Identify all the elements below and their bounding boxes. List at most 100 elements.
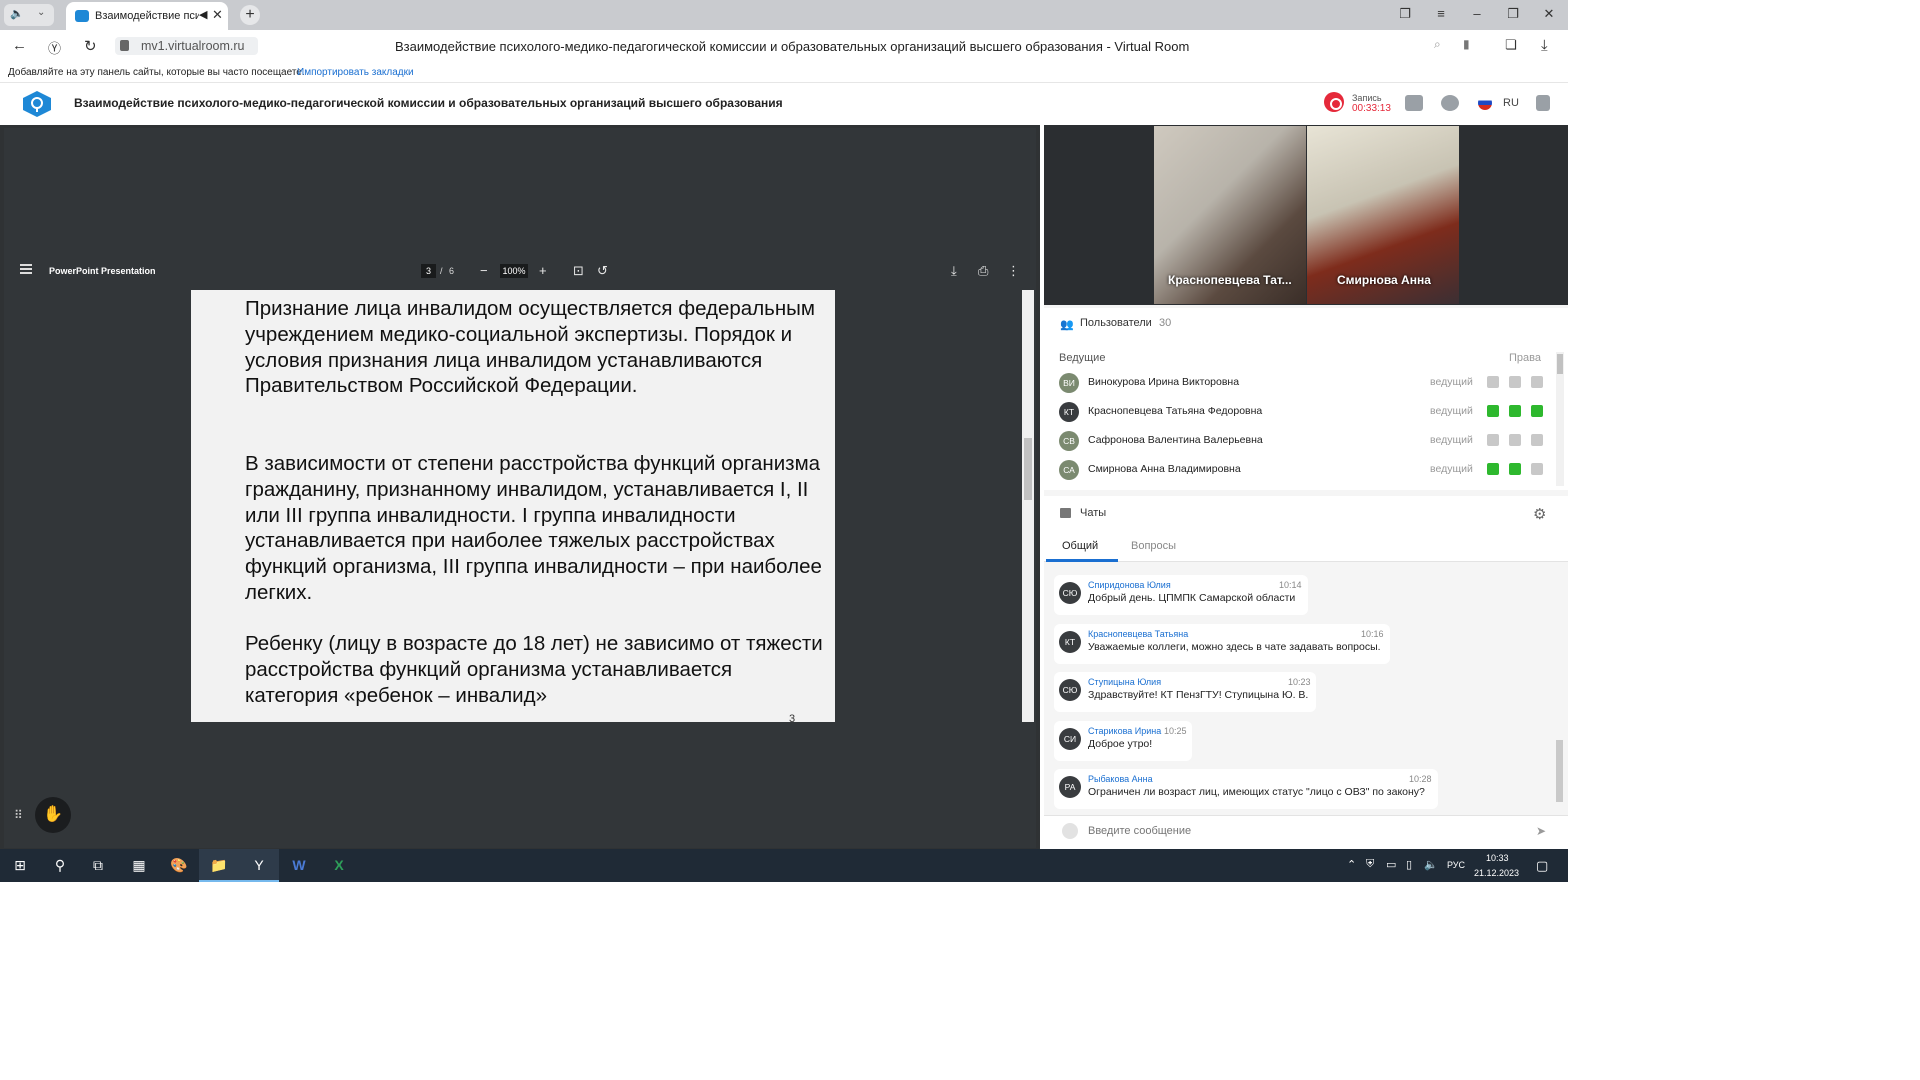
emoji-icon[interactable] xyxy=(1062,823,1078,839)
russian-flag-icon[interactable] xyxy=(1478,96,1492,110)
file-explorer-icon[interactable]: 📁 xyxy=(199,849,239,882)
mic-off-icon[interactable] xyxy=(1487,376,1499,388)
mic-on-icon[interactable] xyxy=(1487,463,1499,475)
browser-menu-icon[interactable]: ≡ xyxy=(1433,6,1449,21)
clock-time[interactable]: 10:33 xyxy=(1486,853,1509,863)
screen-share-off-icon[interactable] xyxy=(1531,434,1543,446)
message-author[interactable]: Старикова Ирина xyxy=(1088,726,1161,736)
import-bookmarks-link[interactable]: Импортировать закладки xyxy=(297,67,414,78)
video-tile-1[interactable]: Краснопевцева Тат... xyxy=(1154,126,1306,304)
clock-date[interactable]: 21.12.2023 xyxy=(1474,868,1519,878)
bookmark-icon[interactable]: ▮ xyxy=(1463,37,1470,51)
browser-tab-active[interactable]: Взаимодействие пси ◀ ✕ xyxy=(66,2,228,30)
raise-hand-button[interactable]: ✋ xyxy=(35,797,71,833)
battery-icon[interactable]: ▯ xyxy=(1406,858,1412,871)
zoom-in-icon[interactable]: + xyxy=(539,263,547,278)
camera-off-icon[interactable] xyxy=(1509,376,1521,388)
screen-share-off-icon[interactable] xyxy=(1531,463,1543,475)
back-arrow-icon[interactable]: ← xyxy=(12,37,27,54)
user-role: ведущий xyxy=(1430,405,1473,417)
notifications-icon[interactable]: ▢ xyxy=(1536,858,1548,874)
user-name: Смирнова Анна Владимировна xyxy=(1088,463,1241,475)
message-input[interactable] xyxy=(1088,825,1508,837)
windows-start-icon[interactable]: ⊞ xyxy=(0,849,40,882)
search-page-icon[interactable]: ⌕ xyxy=(1434,37,1441,52)
chat-message: РА Рыбакова Анна 10:28 Ограничен ли возр… xyxy=(1054,769,1438,809)
new-tab-button[interactable]: + xyxy=(240,5,260,25)
tray-chevron-icon[interactable]: ⌃ xyxy=(1347,858,1356,871)
window-minimize-icon[interactable]: – xyxy=(1469,6,1485,21)
user-row[interactable]: СА Смирнова Анна Владимировна ведущий xyxy=(1044,456,1544,484)
window-restore-icon[interactable]: ❐ xyxy=(1505,6,1521,22)
exit-icon[interactable] xyxy=(1536,95,1550,111)
chat-scrollbar-thumb[interactable] xyxy=(1556,740,1563,802)
network-icon[interactable]: ▭ xyxy=(1386,858,1396,871)
tab-close-icon[interactable]: ✕ xyxy=(212,7,223,23)
chat-message: КТ Краснопевцева Татьяна 10:16 Уважаемые… xyxy=(1054,624,1390,664)
info-icon[interactable] xyxy=(1441,95,1459,111)
fit-page-icon[interactable]: ⊡ xyxy=(573,263,584,279)
gear-icon[interactable]: ⚙ xyxy=(1533,505,1546,523)
download-icon[interactable]: ⤓ xyxy=(1541,37,1548,54)
video-tile-2[interactable]: Смирнова Анна xyxy=(1307,126,1459,304)
tab-manager-icon[interactable]: ❐ xyxy=(1397,6,1413,22)
mic-on-icon[interactable] xyxy=(1487,405,1499,417)
tab-general[interactable]: Общий xyxy=(1062,540,1098,552)
zoom-out-icon[interactable]: − xyxy=(480,263,488,278)
screen-share-on-icon[interactable] xyxy=(1531,405,1543,417)
yandex-logo-icon[interactable]: Ⓨ xyxy=(48,38,61,57)
pdf-menu-icon[interactable] xyxy=(20,264,32,274)
tab-questions[interactable]: Вопросы xyxy=(1131,540,1176,552)
rotate-icon[interactable]: ↺ xyxy=(597,263,608,279)
more-options-icon[interactable]: ⋮ xyxy=(1007,263,1020,279)
message-author[interactable]: Рыбакова Анна xyxy=(1088,774,1153,784)
mic-off-icon[interactable] xyxy=(1487,434,1499,446)
camera-off-icon[interactable] xyxy=(1509,434,1521,446)
tab-title: Взаимодействие пси xyxy=(95,10,199,22)
word-icon[interactable]: W xyxy=(279,849,319,882)
message-author[interactable]: Ступицына Юлия xyxy=(1088,677,1161,687)
camera-on-icon[interactable] xyxy=(1509,405,1521,417)
pdf-scrollbar-thumb[interactable] xyxy=(1024,438,1032,500)
tab-sound-icon[interactable]: ◀ xyxy=(199,8,207,21)
collections-icon[interactable]: ❏ xyxy=(1505,37,1517,53)
volume-icon[interactable]: 🔈 xyxy=(1424,858,1438,871)
tab-audio-menu-button[interactable]: 🔈 ⌄ xyxy=(4,4,54,26)
chat-message: СЮ Ступицына Юлия 10:23 Здравствуйте! КТ… xyxy=(1054,672,1316,712)
message-text: Ограничен ли возраст лиц, имеющих статус… xyxy=(1088,786,1425,798)
drag-handle-icon[interactable]: ⠿ xyxy=(14,808,23,822)
record-icon[interactable] xyxy=(1324,92,1344,112)
user-name: Сафронова Валентина Валерьевна xyxy=(1088,434,1263,446)
user-row[interactable]: КТ Краснопевцева Татьяна Федоровна ведущ… xyxy=(1044,398,1544,426)
camera-on-icon[interactable] xyxy=(1509,463,1521,475)
yandex-browser-icon[interactable]: Y xyxy=(239,849,279,882)
language-selector[interactable]: RU xyxy=(1503,97,1519,109)
paint-icon[interactable]: 🎨 xyxy=(159,849,199,882)
excel-icon[interactable]: X xyxy=(319,849,359,882)
screen-share-off-icon[interactable] xyxy=(1531,376,1543,388)
calculator-icon[interactable]: ▦ xyxy=(119,849,159,882)
users-scrollbar-thumb[interactable] xyxy=(1557,354,1563,374)
user-row[interactable]: ВИ Винокурова Ирина Викторовна ведущий xyxy=(1044,369,1544,397)
url-text[interactable]: mv1.virtualroom.ru xyxy=(141,39,245,53)
message-author[interactable]: Спиридонова Юлия xyxy=(1088,580,1171,590)
pdf-scrollbar[interactable] xyxy=(1022,290,1034,722)
window-close-icon[interactable]: ✕ xyxy=(1541,6,1557,22)
message-author[interactable]: Краснопевцева Татьяна xyxy=(1088,629,1188,639)
shield-icon[interactable]: ⛨ xyxy=(1366,858,1374,871)
print-icon[interactable]: ⎙ xyxy=(978,263,988,279)
virtualroom-logo-icon[interactable] xyxy=(22,90,52,118)
folder-icon[interactable] xyxy=(1405,95,1423,111)
send-icon[interactable]: ➤ xyxy=(1536,824,1546,838)
user-row[interactable]: СВ Сафронова Валентина Валерьевна ведущи… xyxy=(1044,427,1544,455)
slide-number: 3 xyxy=(789,713,796,722)
avatar: РА xyxy=(1059,776,1081,798)
rights-column-label: Права xyxy=(1509,352,1541,364)
search-icon[interactable]: ⚲ xyxy=(40,849,80,882)
reload-icon[interactable]: ↻ xyxy=(84,37,97,55)
zoom-level-input[interactable]: 100% xyxy=(500,264,528,278)
pdf-download-icon[interactable]: ⤓ xyxy=(951,263,957,279)
page-number-input[interactable]: 3 xyxy=(421,264,436,278)
keyboard-language[interactable]: РУС xyxy=(1447,860,1465,870)
task-view-icon[interactable]: ⧉ xyxy=(78,849,118,882)
